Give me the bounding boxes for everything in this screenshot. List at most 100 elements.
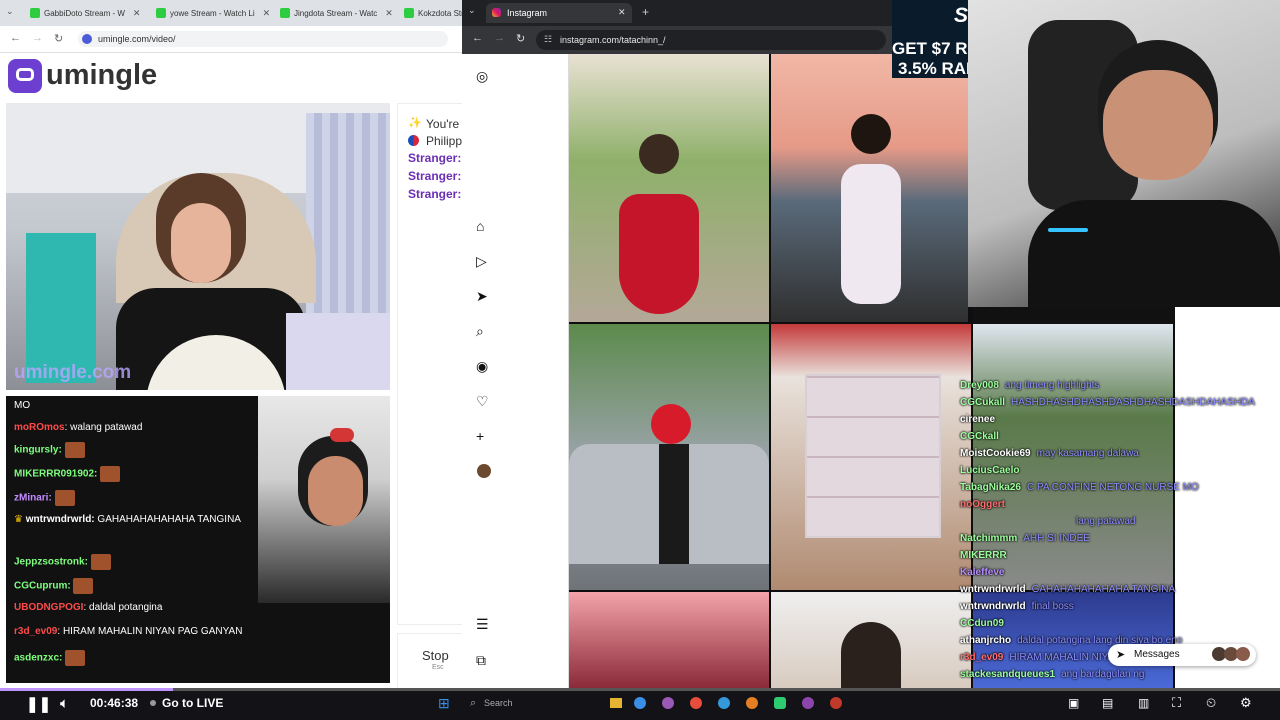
tab-menu-icon[interactable]: ⌄ <box>468 5 476 16</box>
chat-username[interactable]: r3d_ev09 <box>14 626 57 637</box>
go-to-live-button[interactable]: Go to LIVE <box>162 696 223 710</box>
overlay-chat-message: MIKERRR <box>960 550 1013 561</box>
create-icon[interactable]: + <box>476 428 484 444</box>
home-icon[interactable]: ⌂ <box>476 218 484 234</box>
pause-icon[interactable]: ❚❚ <box>26 695 51 713</box>
playback-speed-icon[interactable]: ⏲ <box>1206 695 1216 711</box>
notifications-icon[interactable]: ♡ <box>476 393 489 410</box>
post-thumbnail[interactable] <box>569 54 769 322</box>
chat-username[interactable]: noOggert <box>960 499 1005 510</box>
twitch-favicon-icon <box>280 8 290 18</box>
chat-username[interactable]: Natchimmm <box>960 533 1017 544</box>
chat-username[interactable]: Jeppzsostronk: <box>14 557 88 568</box>
tab-menu-icon[interactable]: ⌄ <box>6 6 14 17</box>
clip-icon[interactable]: ▣ <box>1068 696 1079 710</box>
instagram-logo-icon[interactable]: ◎ <box>476 68 488 85</box>
back-icon[interactable]: ← <box>472 32 483 44</box>
search-icon[interactable]: ⌕ <box>476 323 484 340</box>
app-icon[interactable] <box>746 697 758 709</box>
close-tab-icon[interactable]: ✕ <box>618 7 626 18</box>
post-thumbnail[interactable] <box>569 324 769 590</box>
umingle-logo-icon[interactable] <box>8 59 42 93</box>
volume-icon[interactable]: 🔈︎ <box>60 695 69 712</box>
tab-yowe[interactable]: yowe Stream - Watch Li ✕ <box>156 4 274 22</box>
chat-username[interactable]: TabagNika26 <box>960 482 1021 493</box>
forward-icon[interactable]: → <box>494 32 505 44</box>
chat-username[interactable]: MIKERRR091902: <box>14 469 97 480</box>
url-field[interactable]: umingle.com/video/ <box>78 31 448 47</box>
site-settings-icon[interactable]: ☷ <box>544 34 552 45</box>
close-tab-icon[interactable]: ✕ <box>385 8 393 19</box>
edge-icon[interactable] <box>634 697 646 709</box>
live-dot-icon <box>150 700 156 706</box>
settings-gear-icon[interactable]: ⚙ <box>1240 695 1252 711</box>
messages-icon[interactable]: ➤ <box>476 288 488 305</box>
profile-avatar[interactable] <box>477 464 491 478</box>
tab-jingdota[interactable]: Jingdota Stream - Watc ✕ <box>280 4 398 22</box>
url-field[interactable]: ☷ instagram.com/tatachinn_/ <box>536 30 886 50</box>
chat-username[interactable]: wntrwndrwrld <box>960 601 1026 612</box>
file-explorer-icon[interactable] <box>610 698 622 708</box>
close-tab-icon[interactable]: ✕ <box>263 8 271 19</box>
chat-message: UBODNGPOGI: daldal potangina <box>14 602 163 613</box>
new-tab-icon[interactable]: + <box>642 5 649 19</box>
also-from-meta-icon[interactable]: ⧉ <box>476 652 486 669</box>
explore-icon[interactable]: ◉ <box>476 358 488 375</box>
fullscreen-icon[interactable]: ⛶ <box>1172 695 1181 711</box>
reload-icon[interactable]: ↻ <box>54 32 63 45</box>
chat-username[interactable]: wntrwndrwrld: <box>26 514 95 525</box>
theatre-mode-icon[interactable]: ▤ <box>1102 696 1113 710</box>
chat-username[interactable]: athanjrcho <box>960 635 1011 646</box>
windows-start-icon[interactable]: ⊞ <box>438 695 450 712</box>
chat-username[interactable]: Drey008 <box>960 380 999 391</box>
taskbar-search-input[interactable]: Search <box>484 698 513 708</box>
tab-title: GabbiDoto Stream - W <box>44 8 125 18</box>
app-icon[interactable] <box>774 697 786 709</box>
chat-username[interactable]: Kaleffeve <box>960 567 1004 578</box>
app-icon[interactable] <box>662 697 674 709</box>
chat-username[interactable]: LuciusCaelo <box>960 465 1019 476</box>
close-tab-icon[interactable]: ✕ <box>133 8 141 19</box>
chat-username[interactable]: wntrwndrwrld <box>960 584 1026 595</box>
chat-username[interactable]: MoistCookie69 <box>960 448 1031 459</box>
post-thumbnail[interactable] <box>771 54 968 322</box>
chat-username[interactable]: UBODNGPOGI <box>14 602 83 613</box>
app-icon[interactable] <box>830 697 842 709</box>
chat-username[interactable]: CGCuprum: <box>14 581 71 592</box>
chat-toggle-icon[interactable]: ▥ <box>1138 696 1149 710</box>
chat-username[interactable]: CCdun09 <box>960 618 1004 629</box>
overlay-chat-message: MoistCookie69 may kasamang dalawa <box>960 448 1139 459</box>
reload-icon[interactable]: ↻ <box>516 32 525 45</box>
messages-pill[interactable]: ➤ Messages <box>1108 644 1256 666</box>
steam-icon[interactable] <box>718 697 730 709</box>
badge-icon: ♛ <box>14 514 23 525</box>
progress-track[interactable] <box>0 688 1280 691</box>
chat-username[interactable]: MIKERRR <box>960 550 1007 561</box>
chrome-icon[interactable] <box>690 697 702 709</box>
stop-hint: Esc <box>432 664 444 671</box>
photo-subject-head <box>851 114 891 154</box>
chat-username[interactable]: r3d_ev09 <box>960 652 1003 663</box>
app-icon[interactable] <box>802 697 814 709</box>
umingle-logo-text[interactable]: umingle <box>46 59 157 92</box>
stop-button[interactable]: Stop Esc <box>397 633 465 690</box>
chat-username[interactable]: zMinari: <box>14 493 52 504</box>
post-thumbnail[interactable] <box>569 592 769 688</box>
chat-username[interactable]: cirenee <box>960 414 995 425</box>
forward-icon[interactable]: → <box>32 32 43 44</box>
tab-gabbidoto[interactable]: GabbiDoto Stream - W ✕ <box>30 4 150 22</box>
chat-username[interactable]: moROmos <box>14 422 65 433</box>
chat-username[interactable]: kingursly: <box>14 445 62 456</box>
more-menu-icon[interactable]: ☰ <box>476 616 489 633</box>
chat-username[interactable]: CGCukall <box>960 397 1005 408</box>
chat-username[interactable]: asdenzxc: <box>14 653 62 664</box>
reels-icon[interactable]: ▷ <box>476 253 487 270</box>
tab-instagram[interactable]: Instagram ✕ <box>486 3 632 23</box>
site-info-icon[interactable] <box>82 34 92 44</box>
tab-kokzdota[interactable]: Kokzdota Stre <box>404 4 462 22</box>
emote-icon <box>90 554 111 570</box>
back-icon[interactable]: ← <box>10 32 21 44</box>
taskbar-search-icon[interactable]: ⌕ <box>470 697 476 710</box>
chat-username[interactable]: stackesandqueues1 <box>960 669 1055 680</box>
chat-username[interactable]: CGCkall <box>960 431 999 442</box>
